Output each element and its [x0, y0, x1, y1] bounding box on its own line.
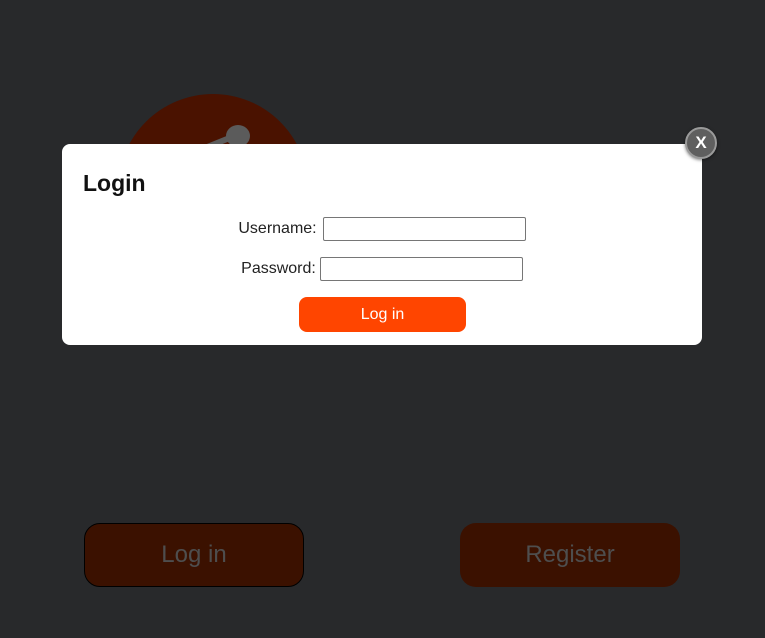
close-modal-button[interactable]: X — [685, 127, 717, 159]
username-row: Username: — [62, 217, 702, 241]
password-label: Password: — [241, 260, 316, 277]
username-input[interactable] — [322, 217, 526, 241]
password-input[interactable] — [319, 257, 523, 281]
username-label: Username: — [238, 220, 317, 237]
login-modal: Login Username: Password: Log in — [62, 144, 702, 345]
login-submit-button[interactable]: Log in — [299, 297, 466, 332]
modal-title: Login — [83, 170, 146, 196]
background-register-button: Register — [460, 523, 680, 587]
background-login-button: Log in — [84, 523, 304, 587]
password-row: Password: — [62, 257, 702, 281]
